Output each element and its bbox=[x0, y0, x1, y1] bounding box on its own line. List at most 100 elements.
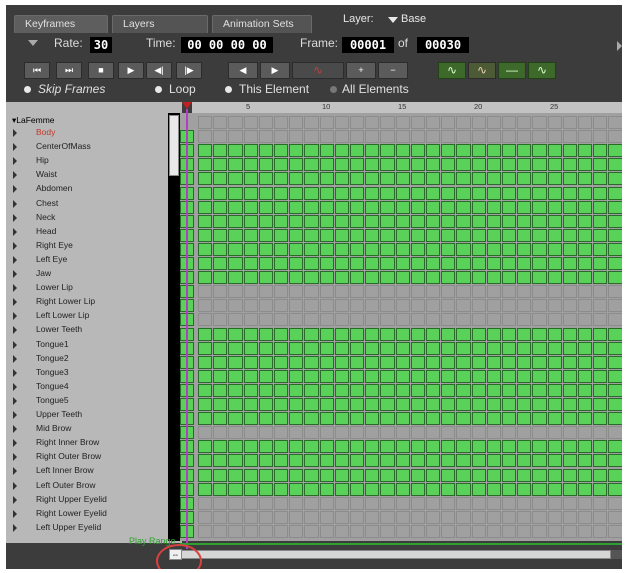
keyframe-cell[interactable] bbox=[456, 186, 471, 200]
keyframe-cell[interactable] bbox=[228, 116, 243, 129]
keyframe-cell[interactable] bbox=[243, 313, 258, 327]
keyframe-cell[interactable] bbox=[517, 172, 532, 186]
keyframe-cell[interactable] bbox=[471, 257, 486, 270]
keyframe-cell[interactable] bbox=[228, 454, 243, 468]
keyframe-cell[interactable] bbox=[198, 383, 213, 397]
keyframe-cell[interactable] bbox=[593, 228, 608, 242]
keyframe-cell[interactable] bbox=[198, 299, 213, 313]
keyframe-cell[interactable] bbox=[410, 369, 425, 383]
keyframe-cell[interactable] bbox=[426, 482, 441, 496]
keyframe-cell[interactable] bbox=[319, 172, 334, 186]
keyframe-cell[interactable] bbox=[243, 257, 258, 270]
keyframe-cell[interactable] bbox=[441, 257, 456, 270]
keyframe-cell[interactable] bbox=[274, 341, 289, 355]
keyframe-cell[interactable] bbox=[274, 510, 289, 524]
keyframe-cell[interactable] bbox=[380, 383, 395, 397]
keyframe-cell[interactable] bbox=[410, 482, 425, 496]
keyframe-cell[interactable] bbox=[532, 426, 547, 440]
expand-row-icon[interactable] bbox=[13, 143, 17, 152]
keyframe-cell[interactable] bbox=[456, 496, 471, 510]
keyframe-cell[interactable] bbox=[304, 242, 319, 256]
keyframe-cell[interactable] bbox=[243, 510, 258, 524]
keyframe-cell[interactable] bbox=[517, 369, 532, 383]
keyframe-cell[interactable] bbox=[562, 214, 577, 228]
keyframe-cell[interactable] bbox=[593, 271, 608, 285]
keyframe-cell[interactable] bbox=[350, 271, 365, 285]
keyframe-cell[interactable] bbox=[410, 327, 425, 341]
keyframe-cell[interactable] bbox=[441, 482, 456, 496]
keyframe-cell[interactable] bbox=[319, 496, 334, 510]
time-field[interactable]: 00 00 00 00 bbox=[181, 37, 273, 53]
keyframe-cell[interactable] bbox=[350, 200, 365, 214]
keyframe-cell[interactable] bbox=[593, 172, 608, 186]
keyframe-cell[interactable] bbox=[395, 116, 410, 129]
tab-animation-sets[interactable]: Animation Sets bbox=[212, 15, 312, 33]
keyframe-cell[interactable] bbox=[562, 510, 577, 524]
keyframe-cell[interactable] bbox=[198, 440, 213, 454]
keyframe-grid[interactable] bbox=[180, 113, 622, 541]
keyframe-cell[interactable] bbox=[243, 426, 258, 440]
keyframe-cell[interactable] bbox=[562, 412, 577, 426]
keyframe-cell[interactable] bbox=[274, 130, 289, 144]
keyframe-cell[interactable] bbox=[334, 172, 349, 186]
keyframe-cell[interactable] bbox=[304, 144, 319, 158]
keyframe-cell[interactable] bbox=[243, 144, 258, 158]
expand-row-icon[interactable] bbox=[13, 467, 17, 476]
keyframe-cell[interactable] bbox=[243, 242, 258, 256]
keyframe-cell[interactable] bbox=[471, 228, 486, 242]
keyframe-cell[interactable] bbox=[456, 144, 471, 158]
keyframe-cell[interactable] bbox=[578, 383, 593, 397]
keyframe-cell[interactable] bbox=[198, 228, 213, 242]
keyframe-cell[interactable] bbox=[441, 172, 456, 186]
keyframe-cell[interactable] bbox=[486, 440, 501, 454]
keyframe-cell[interactable] bbox=[350, 172, 365, 186]
keyframe-cell[interactable] bbox=[486, 313, 501, 327]
prev-key-button[interactable]: ◀ bbox=[228, 62, 258, 79]
keyframe-cell[interactable] bbox=[350, 355, 365, 369]
keyframe-cell[interactable] bbox=[304, 299, 319, 313]
keyframe-cell[interactable] bbox=[456, 341, 471, 355]
element-row-label[interactable]: Head bbox=[36, 226, 56, 236]
keyframe-cell[interactable] bbox=[410, 271, 425, 285]
keyframe-cell[interactable] bbox=[426, 116, 441, 129]
keyframe-cell[interactable] bbox=[456, 510, 471, 524]
expand-row-icon[interactable] bbox=[13, 298, 17, 307]
keyframe-cell[interactable] bbox=[426, 158, 441, 172]
keyframe-cell[interactable] bbox=[426, 130, 441, 144]
keyframe-cell[interactable] bbox=[395, 130, 410, 144]
keyframe-cell[interactable] bbox=[213, 200, 228, 214]
spline-interp-button[interactable]: ∿ bbox=[438, 62, 466, 79]
keyframe-cell[interactable] bbox=[517, 214, 532, 228]
play-range-bar[interactable] bbox=[180, 543, 622, 545]
keyframe-cell[interactable] bbox=[456, 116, 471, 129]
keyframe-cell[interactable] bbox=[198, 242, 213, 256]
keyframe-cell[interactable] bbox=[608, 510, 622, 524]
keyframe-cell[interactable] bbox=[274, 454, 289, 468]
keyframe-cell[interactable] bbox=[243, 214, 258, 228]
keyframe-cell[interactable] bbox=[304, 412, 319, 426]
keyframe-cell[interactable] bbox=[547, 355, 562, 369]
keyframe-cell[interactable] bbox=[547, 440, 562, 454]
expand-row-icon[interactable] bbox=[13, 129, 17, 137]
keyframe-cell[interactable] bbox=[532, 327, 547, 341]
keyframe-cell[interactable] bbox=[350, 524, 365, 538]
keyframe-cell[interactable] bbox=[365, 426, 380, 440]
keyframe-cell[interactable] bbox=[608, 468, 622, 482]
keyframe-cell[interactable] bbox=[228, 327, 243, 341]
keyframe-cell[interactable] bbox=[578, 228, 593, 242]
keyframe-cell[interactable] bbox=[456, 482, 471, 496]
keyframe-cell[interactable] bbox=[547, 524, 562, 538]
keyframe-cell[interactable] bbox=[274, 144, 289, 158]
keyframe-cell[interactable] bbox=[274, 214, 289, 228]
keyframe-cell[interactable] bbox=[486, 200, 501, 214]
keyframe-cell[interactable] bbox=[593, 116, 608, 129]
keyframe-cell[interactable] bbox=[502, 468, 517, 482]
keyframe-cell[interactable] bbox=[426, 510, 441, 524]
keyframe-cell[interactable] bbox=[562, 242, 577, 256]
keyframe-cell[interactable] bbox=[426, 327, 441, 341]
keyframe-cell[interactable] bbox=[380, 355, 395, 369]
keyframe-cell[interactable] bbox=[380, 327, 395, 341]
keyframe-cell[interactable] bbox=[502, 355, 517, 369]
keyframe-cell[interactable] bbox=[608, 412, 622, 426]
element-row-label[interactable]: Tongue5 bbox=[36, 395, 69, 405]
